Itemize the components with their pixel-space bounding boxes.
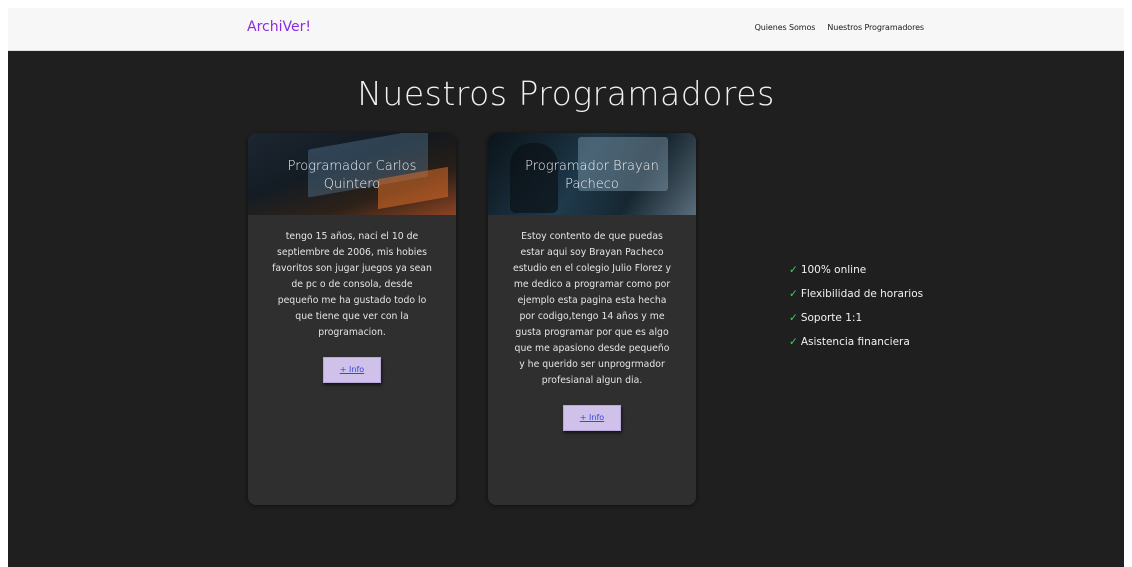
card-body: Estoy contento de que puedas estar aqui …	[488, 215, 696, 431]
feature-label: Soporte 1:1	[800, 312, 863, 324]
programmer-card: Programador Brayan Pacheco Estoy content…	[488, 133, 696, 505]
feature-item: ✓ Flexibilidad de horarios	[789, 286, 939, 302]
card-text: tengo 15 años, naci el 10 de septiembre …	[272, 231, 432, 338]
feature-label: Flexibilidad de horarios	[800, 288, 924, 300]
feature-label: 100% online	[800, 264, 867, 276]
nav-links: Quienes Somos Nuestros Programadores	[755, 23, 924, 32]
info-button[interactable]: + Info	[323, 357, 381, 383]
card-title: Programador Carlos Quintero	[287, 159, 417, 192]
card-body: tengo 15 años, naci el 10 de septiembre …	[248, 215, 456, 383]
check-icon: ✓	[789, 336, 798, 348]
page-frame: ArchiVer! Quienes Somos Nuestros Program…	[8, 8, 1124, 567]
brand-logo-link[interactable]: ArchiVer!	[247, 19, 311, 35]
feature-item: ✓ Asistencia financiera	[789, 334, 939, 350]
card-text: Estoy contento de que puedas estar aqui …	[512, 231, 672, 386]
card-header-image: Programador Brayan Pacheco	[488, 133, 696, 215]
card-header-image: Programador Carlos Quintero	[248, 133, 456, 215]
navbar: ArchiVer! Quienes Somos Nuestros Program…	[8, 8, 1124, 51]
page-title: Nuestros Programadores	[357, 74, 775, 113]
check-icon: ✓	[789, 288, 798, 300]
nav-link-quienes-somos[interactable]: Quienes Somos	[755, 23, 816, 32]
info-button[interactable]: + Info	[563, 405, 621, 431]
feature-label: Asistencia financiera	[800, 336, 910, 348]
nav-link-nuestros-programadores[interactable]: Nuestros Programadores	[827, 23, 924, 32]
feature-list: ✓ 100% online ✓ Flexibilidad de horarios ✓…	[789, 262, 939, 358]
check-icon: ✓	[789, 312, 798, 324]
card-title: Programador Brayan Pacheco	[525, 159, 659, 192]
check-icon: ✓	[789, 264, 798, 276]
feature-item: ✓ Soporte 1:1	[789, 310, 939, 326]
feature-item: ✓ 100% online	[789, 262, 939, 278]
programmer-card: Programador Carlos Quintero tengo 15 año…	[248, 133, 456, 505]
